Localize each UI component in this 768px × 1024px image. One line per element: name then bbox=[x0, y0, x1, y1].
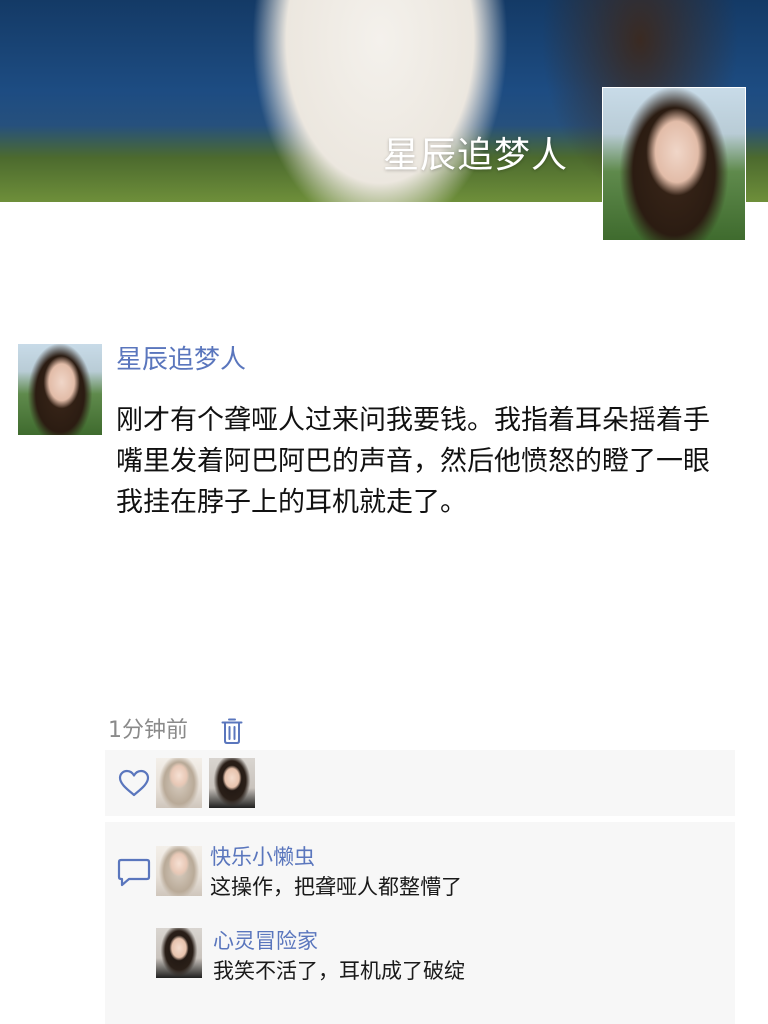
comment-user-2[interactable]: 心灵冒险家 bbox=[213, 926, 318, 956]
trash-icon bbox=[221, 718, 243, 744]
comment-text-1: 这操作，把聋哑人都整懵了 bbox=[210, 875, 462, 899]
comment-avatar-1[interactable] bbox=[156, 846, 202, 896]
post-timestamp: 1分钟前 bbox=[108, 718, 188, 743]
comment-icon-box bbox=[114, 850, 154, 896]
delete-button[interactable] bbox=[220, 715, 244, 747]
comments-panel: 快乐小懒虫 这操作，把聋哑人都整懵了 心灵冒险家 我笑不活了，耳机成了破绽 bbox=[105, 822, 735, 1024]
cover-user-name: 星辰追梦人 bbox=[383, 135, 569, 176]
post-author-name[interactable]: 星辰追梦人 bbox=[116, 340, 246, 380]
comment-text-2: 我笑不活了，耳机成了破绽 bbox=[213, 959, 465, 983]
comment-avatar-2[interactable] bbox=[156, 928, 202, 978]
comment-bubble-icon bbox=[117, 858, 151, 887]
likes-panel bbox=[105, 750, 735, 816]
post-text: 刚才有个聋哑人过来问我要钱。我指着耳朵摇着手嘴里发着阿巴阿巴的声音，然后他愤怒的… bbox=[116, 405, 710, 518]
like-avatar-2[interactable] bbox=[209, 758, 255, 808]
profile-avatar[interactable] bbox=[602, 87, 746, 241]
heart-icon bbox=[118, 769, 150, 797]
post-author-avatar[interactable] bbox=[18, 344, 102, 435]
like-avatar-1[interactable] bbox=[156, 758, 202, 808]
comment-user-1[interactable]: 快乐小懒虫 bbox=[210, 842, 315, 872]
like-button[interactable] bbox=[114, 760, 154, 806]
